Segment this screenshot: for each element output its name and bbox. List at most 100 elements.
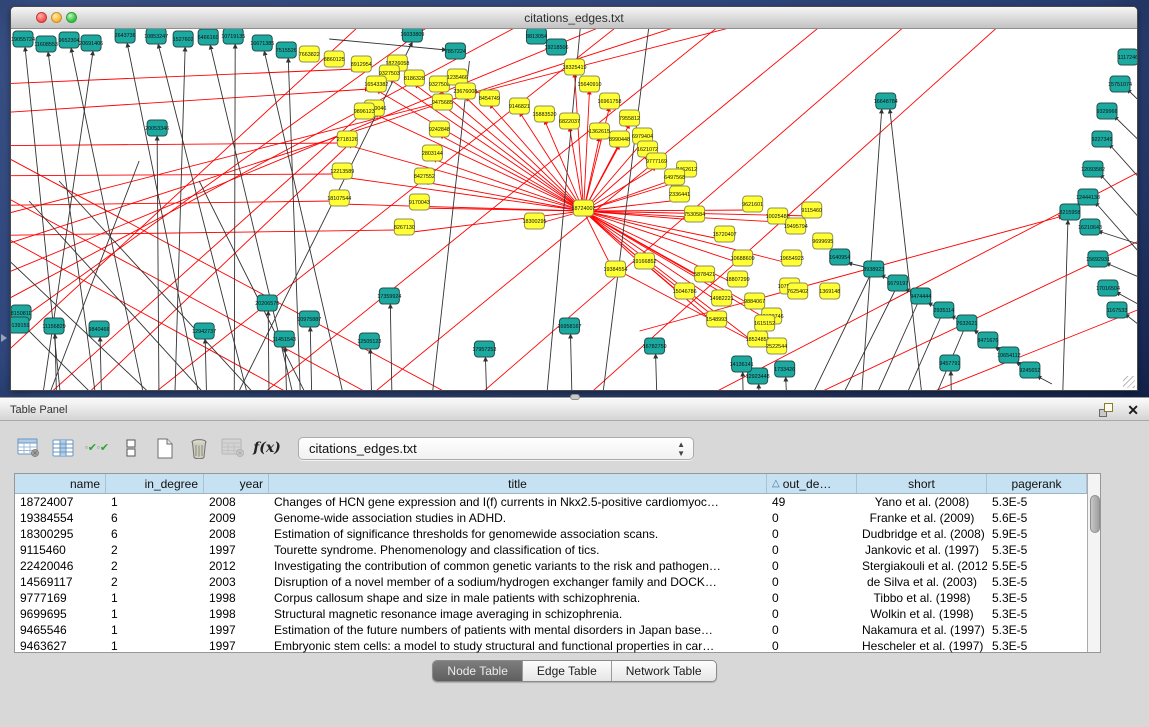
- graph-node[interactable]: 8813054: [526, 29, 547, 44]
- graph-node[interactable]: 6466160: [198, 29, 219, 45]
- graph-node[interactable]: 19384554: [604, 261, 628, 277]
- graph-node[interactable]: 16543382: [364, 76, 388, 92]
- resize-grip[interactable]: [1123, 376, 1135, 388]
- new-table-icon[interactable]: [150, 433, 180, 463]
- graph-node[interactable]: 1733426: [774, 361, 795, 377]
- graph-node[interactable]: 9227349: [1091, 131, 1112, 147]
- graph-node[interactable]: 17016504: [1096, 280, 1120, 296]
- network-canvas[interactable]: 1905572411608553965230420691406264373610…: [11, 29, 1137, 390]
- table-row[interactable]: 977716911998Corpus callosum shape and si…: [15, 590, 1087, 606]
- destroy-table-icon[interactable]: [218, 433, 248, 463]
- graph-node[interactable]: 15046786: [673, 283, 697, 299]
- graph-node[interactable]: 9777169: [646, 153, 667, 169]
- tab-edge-table[interactable]: Edge Table: [523, 661, 612, 681]
- column-header-in_degree[interactable]: in_degree: [106, 474, 204, 493]
- graph-node[interactable]: 8860125: [324, 51, 345, 67]
- table-row[interactable]: 969969511998Structural magnetic resonanc…: [15, 606, 1087, 622]
- column-header-short[interactable]: short: [857, 474, 987, 493]
- graph-node[interactable]: 20691406: [79, 35, 103, 51]
- column-header-pagerank[interactable]: pagerank: [987, 474, 1087, 493]
- graph-node[interactable]: 9457791: [939, 355, 960, 371]
- select-rows-icon[interactable]: ▫✔▫✔: [82, 433, 112, 463]
- graph-node[interactable]: 2522544: [766, 338, 787, 354]
- panel-collapse-arrow[interactable]: [1, 334, 7, 342]
- graph-node[interactable]: 2935114: [934, 302, 955, 318]
- graph-node[interactable]: 8215958: [1059, 204, 1080, 220]
- graph-node[interactable]: 2803144: [422, 145, 443, 161]
- column-header-title[interactable]: title: [269, 474, 767, 493]
- close-panel-icon[interactable]: ✕: [1127, 403, 1139, 417]
- graph-node[interactable]: 7632621: [956, 315, 977, 331]
- table-row[interactable]: 2242004622012Investigating the contribut…: [15, 558, 1087, 574]
- graph-node[interactable]: 12093582: [1081, 161, 1105, 177]
- graph-node[interactable]: 18107544: [327, 190, 351, 206]
- graph-node[interactable]: 18325419: [563, 59, 587, 75]
- network-window-titlebar[interactable]: citations_edges.txt: [11, 7, 1137, 29]
- graph-node[interactable]: 8938923: [863, 261, 884, 277]
- close-traffic-light-icon[interactable]: [36, 12, 47, 23]
- graph-node[interactable]: 18300295: [522, 213, 546, 229]
- table-vertical-scrollbar[interactable]: [1087, 474, 1100, 652]
- graph-node[interactable]: 9884067: [744, 293, 765, 309]
- table-row[interactable]: 1456911722003Disruption of a novel membe…: [15, 574, 1087, 590]
- graph-node[interactable]: 7663822: [299, 46, 320, 62]
- graph-node[interactable]: 11451543: [272, 331, 296, 347]
- delete-rows-icon[interactable]: [184, 433, 214, 463]
- graph-node[interactable]: 2718126: [337, 131, 358, 147]
- graph-node[interactable]: 9699695: [812, 233, 833, 249]
- graph-node[interactable]: 2643736: [115, 29, 136, 43]
- graph-node[interactable]: 7515526: [276, 42, 297, 58]
- column-header-out_de[interactable]: △out_de…: [767, 474, 857, 493]
- graph-node[interactable]: 9242848: [429, 121, 450, 137]
- graph-node[interactable]: 15692931: [1086, 251, 1110, 267]
- graph-node[interactable]: 18807299: [726, 271, 750, 287]
- graph-node[interactable]: 19495794: [784, 218, 808, 234]
- graph-node[interactable]: 8427552: [414, 168, 435, 184]
- graph-node[interactable]: 16033809: [400, 29, 424, 42]
- graph-node[interactable]: 12213589: [330, 163, 354, 179]
- float-panel-icon[interactable]: [1099, 403, 1113, 417]
- graph-node[interactable]: 17957253: [472, 341, 496, 357]
- graph-node[interactable]: 19055724: [11, 31, 35, 47]
- graph-node[interactable]: 16958167: [557, 318, 581, 334]
- graph-node[interactable]: 16210643: [1078, 219, 1102, 235]
- graph-node[interactable]: 18724007: [572, 200, 596, 216]
- graph-node[interactable]: 10853247: [144, 29, 168, 44]
- graph-node[interactable]: 1167533: [1107, 302, 1128, 318]
- graph-node[interactable]: 10719135: [221, 29, 245, 44]
- network-view-window[interactable]: citations_edges.txt 19055724116085539652…: [10, 6, 1138, 391]
- horizontal-splitter[interactable]: [0, 397, 1149, 399]
- graph-node[interactable]: 1527602: [173, 31, 194, 47]
- zoom-traffic-light-icon[interactable]: [66, 12, 77, 23]
- graph-node[interactable]: 9474444: [910, 288, 931, 304]
- show-columns-icon[interactable]: [48, 433, 78, 463]
- scrollbar-thumb[interactable]: [1090, 495, 1100, 533]
- graph-node[interactable]: 16671385: [250, 35, 274, 51]
- graph-node[interactable]: 1362615: [589, 123, 610, 139]
- graph-node[interactable]: 12505123: [357, 333, 381, 349]
- table-row[interactable]: 1872400712008Changes of HCN gene express…: [15, 494, 1087, 510]
- graph-node[interactable]: 9621601: [742, 196, 763, 212]
- graph-node[interactable]: 15720407: [713, 226, 737, 242]
- graph-node[interactable]: 9329966: [1096, 103, 1117, 119]
- graph-node[interactable]: 11608553: [34, 36, 58, 52]
- graph-node[interactable]: 6497568: [664, 169, 685, 185]
- graph-node[interactable]: 8912954: [351, 56, 372, 72]
- graph-node[interactable]: 11156829: [42, 318, 65, 334]
- graph-node[interactable]: 9245652: [1019, 362, 1040, 378]
- graph-node[interactable]: 10688609: [731, 250, 755, 266]
- graph-node[interactable]: 1117246: [1118, 49, 1137, 65]
- graph-node[interactable]: 9146821: [509, 98, 530, 114]
- function-builder-icon[interactable]: f(x): [252, 433, 282, 463]
- graph-node[interactable]: 9475685: [432, 94, 453, 110]
- table-row[interactable]: 1830029562008Estimation of significance …: [15, 526, 1087, 542]
- graph-node[interactable]: 2336441: [669, 186, 690, 202]
- graph-node[interactable]: 1548993: [706, 311, 727, 327]
- graph-node[interactable]: 8454749: [479, 90, 500, 106]
- graph-node[interactable]: 16648784: [874, 93, 898, 109]
- graph-node[interactable]: 10654112: [997, 347, 1021, 363]
- graph-node[interactable]: 20206576: [255, 295, 279, 311]
- graph-node[interactable]: 16961758: [598, 93, 622, 109]
- table-settings-icon[interactable]: [14, 433, 44, 463]
- graph-node[interactable]: 20053346: [145, 120, 169, 136]
